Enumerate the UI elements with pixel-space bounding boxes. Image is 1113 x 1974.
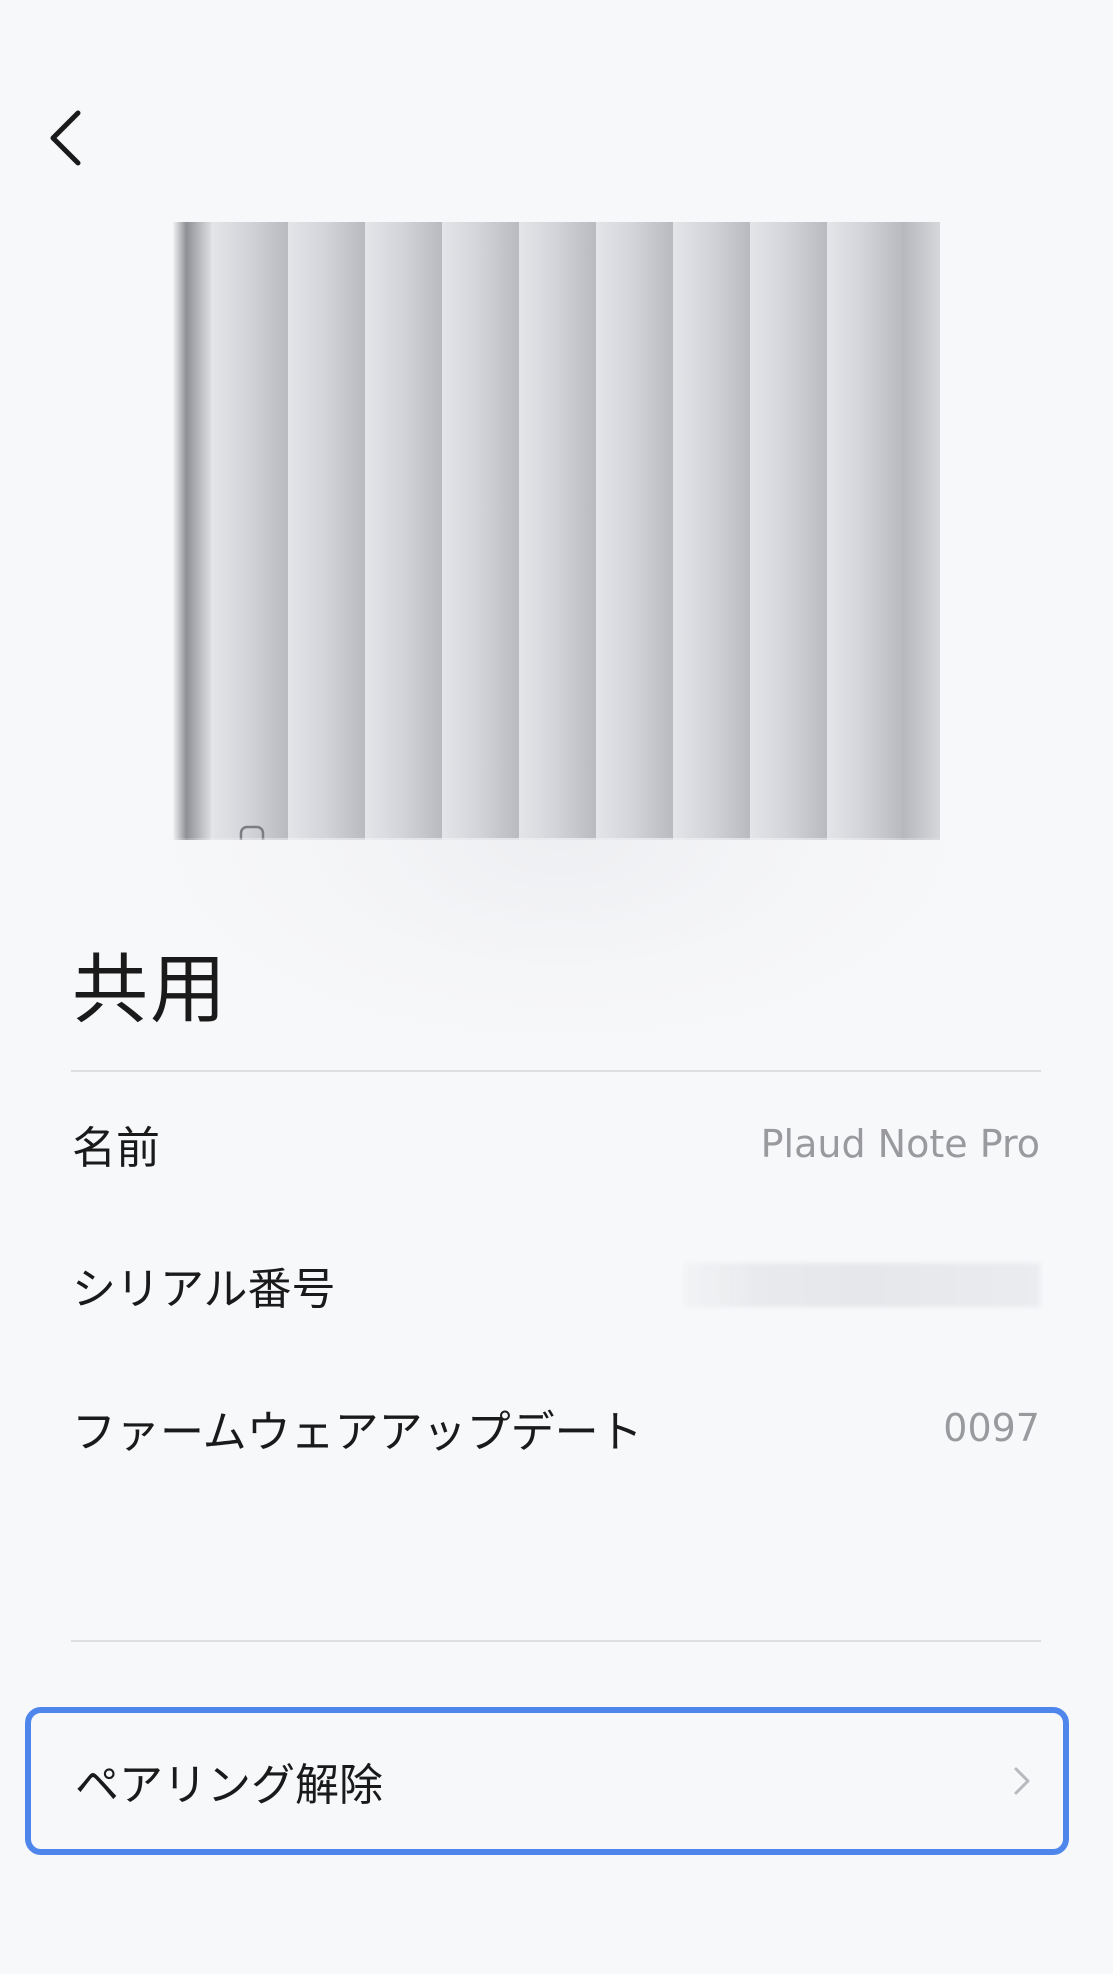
divider — [71, 1070, 1041, 1072]
unpair-button[interactable]: ペアリング解除 — [25, 1707, 1069, 1855]
info-row-firmware: ファームウェアアップデート 0097 — [72, 1388, 1040, 1468]
serial-number-value-redacted — [685, 1263, 1040, 1307]
firmware-version-value: 0097 — [943, 1406, 1040, 1450]
section-title: 共用 — [72, 945, 228, 1034]
name-value: Plaud Note Pro — [760, 1122, 1040, 1166]
serial-number-label: シリアル番号 — [72, 1264, 336, 1315]
divider — [71, 1640, 1041, 1642]
back-button[interactable] — [40, 100, 90, 180]
device-reflection — [150, 838, 970, 1048]
chevron-left-icon — [48, 109, 82, 171]
info-row-serial: シリアル番号 — [72, 1245, 1040, 1325]
info-row-name: 名前 Plaud Note Pro — [72, 1104, 1040, 1184]
unpair-label: ペアリング解除 — [75, 1760, 383, 1811]
name-label: 名前 — [72, 1123, 160, 1174]
firmware-update-label: ファームウェアアップデート — [72, 1407, 643, 1458]
chevron-right-icon — [1013, 1763, 1035, 1799]
device-image — [173, 222, 940, 840]
